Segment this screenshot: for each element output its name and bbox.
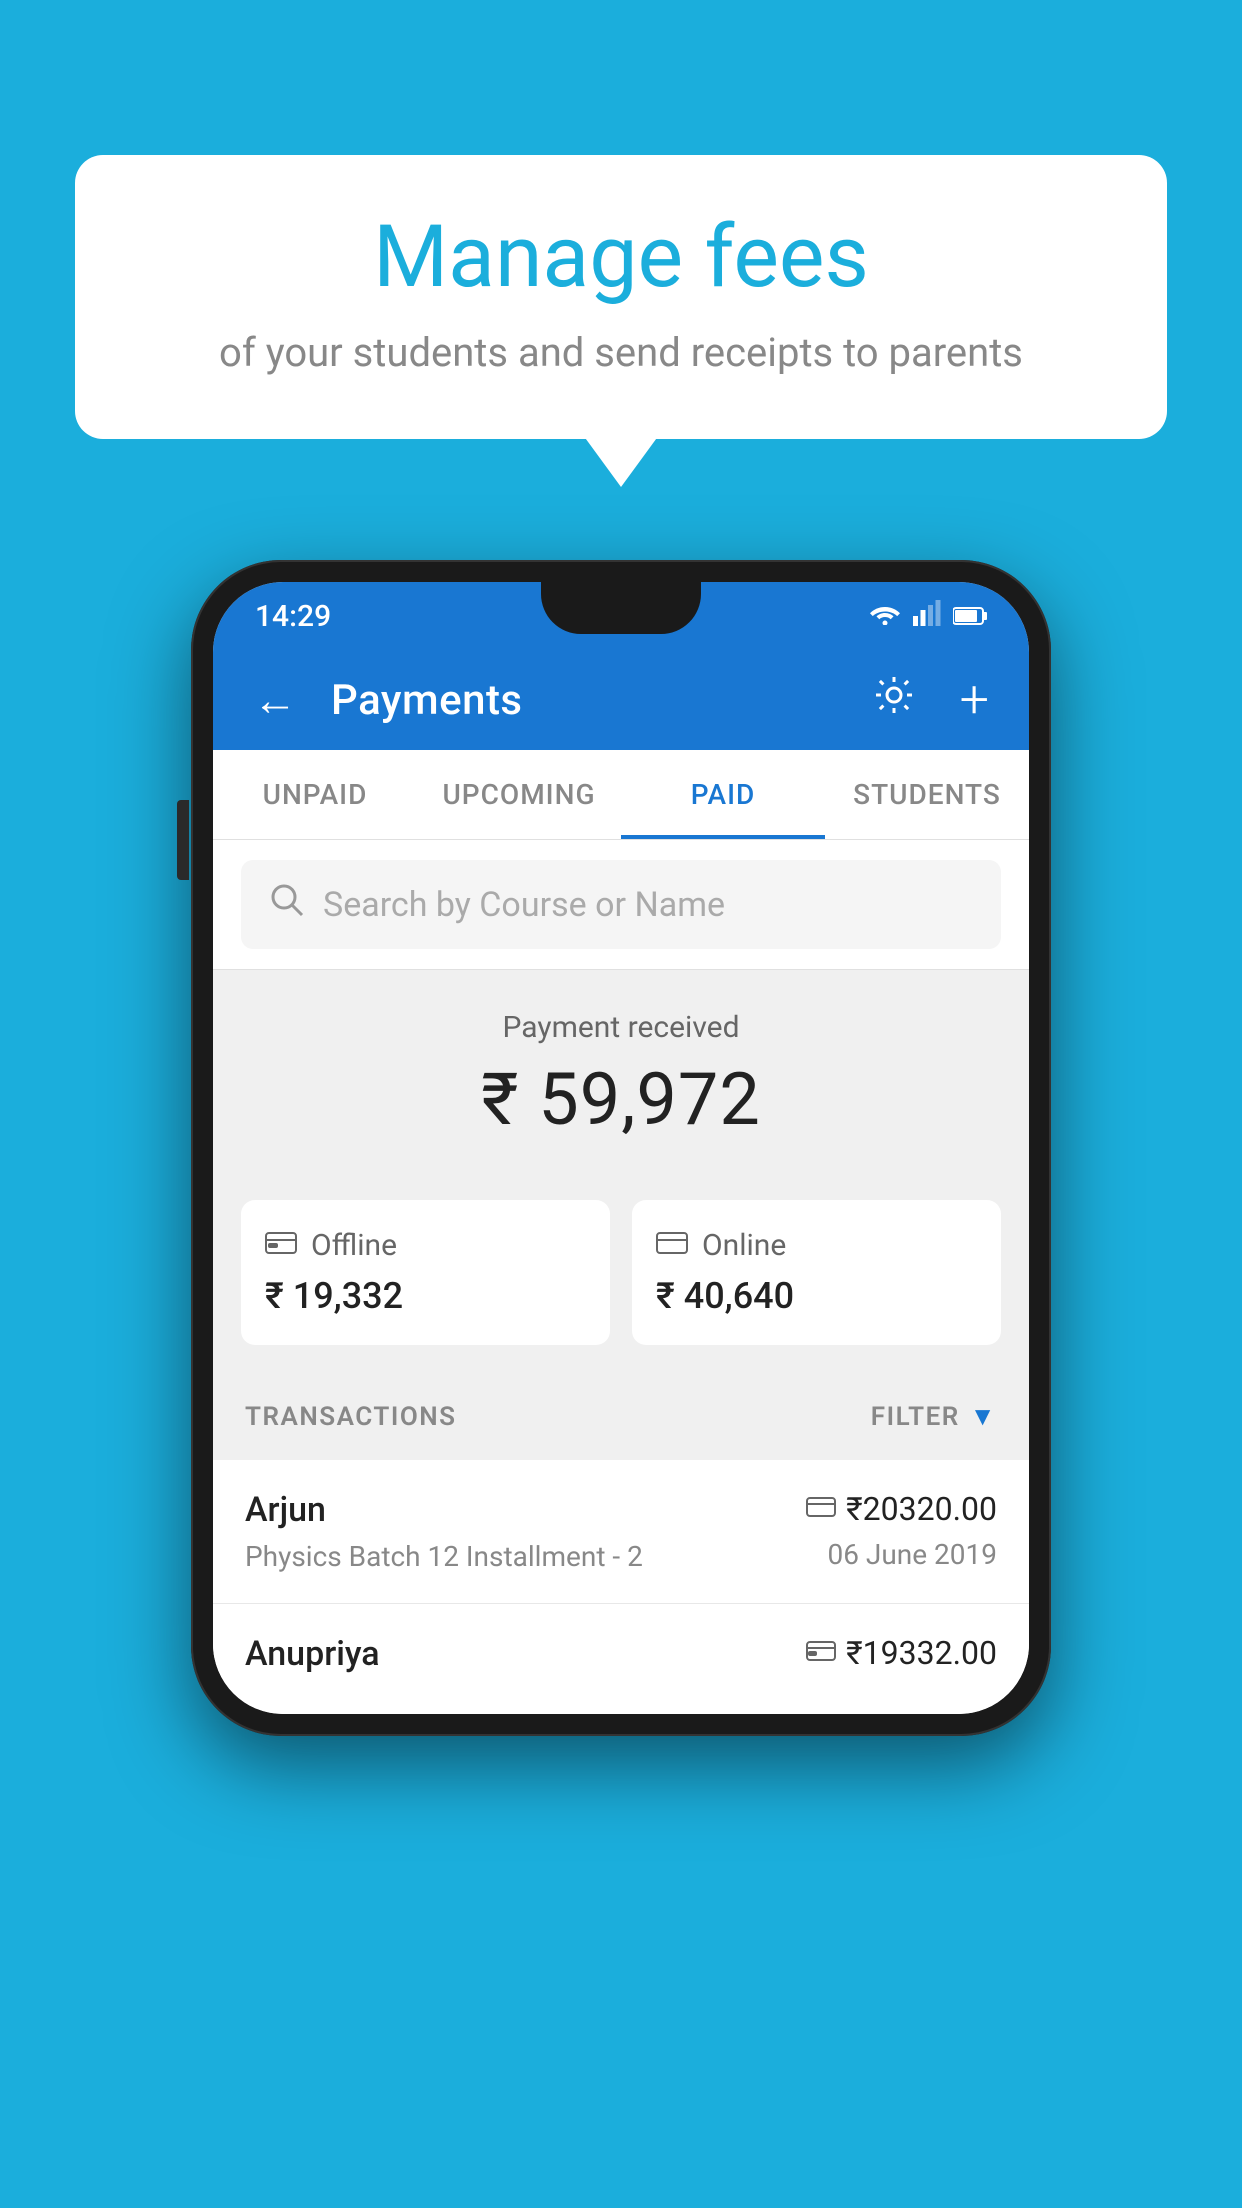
- phone-screen: 14:29: [213, 582, 1029, 1714]
- transaction-left: Anupriya: [245, 1634, 380, 1684]
- transaction-amount: ₹20320.00: [846, 1490, 997, 1528]
- transactions-list: Arjun Physics Batch 12 Installment - 2: [213, 1460, 1029, 1714]
- transaction-name: Arjun: [245, 1490, 643, 1530]
- transaction-right: ₹19332.00: [806, 1634, 997, 1672]
- add-button[interactable]: +: [950, 664, 999, 736]
- tab-unpaid[interactable]: UNPAID: [213, 750, 417, 839]
- payment-cards: Offline ₹ 19,332 Online ₹ 4: [213, 1178, 1029, 1373]
- offline-card: Offline ₹ 19,332: [241, 1200, 610, 1345]
- transaction-name: Anupriya: [245, 1634, 380, 1674]
- speech-bubble-container: Manage fees of your students and send re…: [75, 155, 1167, 439]
- status-icons: [869, 600, 987, 633]
- transaction-left: Arjun Physics Batch 12 Installment - 2: [245, 1490, 643, 1573]
- app-bar: ← Payments +: [213, 650, 1029, 750]
- offline-icon: [265, 1228, 297, 1263]
- settings-button[interactable]: [862, 663, 926, 738]
- phone-container: 14:29: [191, 560, 1051, 1736]
- offline-label: Offline: [311, 1228, 397, 1263]
- transaction-amount-row: ₹20320.00: [806, 1490, 997, 1528]
- bubble-title: Manage fees: [145, 210, 1097, 305]
- tabs-container: UNPAID UPCOMING PAID STUDENTS: [213, 750, 1029, 840]
- search-input-placeholder: Search by Course or Name: [323, 885, 725, 925]
- transactions-header: TRANSACTIONS FILTER ▼: [213, 1373, 1029, 1460]
- phone-frame: 14:29: [191, 560, 1051, 1736]
- speech-bubble: Manage fees of your students and send re…: [75, 155, 1167, 439]
- phone-notch: [541, 582, 701, 634]
- online-icon: [656, 1228, 688, 1263]
- offline-payment-icon: [806, 1639, 836, 1667]
- online-card: Online ₹ 40,640: [632, 1200, 1001, 1345]
- app-title: Payments: [331, 676, 838, 725]
- payment-summary: Payment received ₹ 59,972: [213, 970, 1029, 1178]
- offline-amount: ₹ 19,332: [265, 1275, 586, 1317]
- table-row[interactable]: Arjun Physics Batch 12 Installment - 2: [213, 1460, 1029, 1604]
- online-label: Online: [702, 1228, 786, 1263]
- online-payment-icon: [806, 1495, 836, 1523]
- table-row[interactable]: Anupriya ₹19332.00: [213, 1604, 1029, 1714]
- filter-label: FILTER: [871, 1402, 960, 1432]
- search-container: Search by Course or Name: [213, 840, 1029, 970]
- transaction-amount: ₹19332.00: [846, 1634, 997, 1672]
- transaction-detail: Physics Batch 12 Installment - 2: [245, 1540, 643, 1573]
- transaction-right: ₹20320.00 06 June 2019: [806, 1490, 997, 1571]
- bubble-subtitle: of your students and send receipts to pa…: [145, 327, 1097, 379]
- filter-icon: ▼: [970, 1401, 997, 1432]
- battery-icon: [953, 600, 987, 633]
- payment-total-amount: ₹ 59,972: [241, 1057, 1001, 1142]
- transaction-date: 06 June 2019: [827, 1538, 997, 1571]
- online-amount: ₹ 40,640: [656, 1275, 977, 1317]
- status-time: 14:29: [255, 599, 331, 634]
- transaction-amount-row: ₹19332.00: [806, 1634, 997, 1672]
- filter-button[interactable]: FILTER ▼: [871, 1401, 997, 1432]
- tab-paid[interactable]: PAID: [621, 750, 825, 839]
- tab-upcoming[interactable]: UPCOMING: [417, 750, 621, 839]
- signal-icon: [913, 600, 941, 633]
- search-icon: [269, 882, 305, 927]
- search-bar[interactable]: Search by Course or Name: [241, 860, 1001, 949]
- transactions-label: TRANSACTIONS: [245, 1402, 457, 1432]
- tab-students[interactable]: STUDENTS: [825, 750, 1029, 839]
- wifi-icon: [869, 601, 901, 632]
- back-button[interactable]: ←: [243, 664, 307, 736]
- payment-received-label: Payment received: [241, 1010, 1001, 1045]
